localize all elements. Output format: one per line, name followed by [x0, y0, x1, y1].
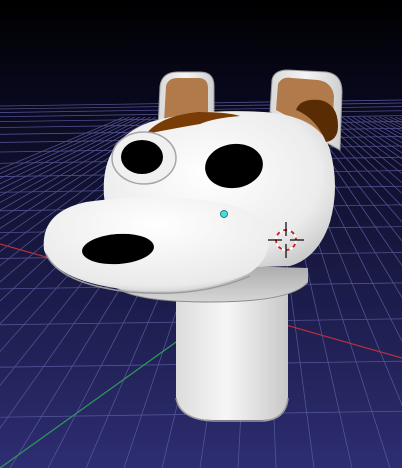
3d-viewport[interactable]: [0, 0, 402, 468]
neck: [175, 286, 289, 422]
left-eye: [121, 140, 163, 174]
viewport-canvas[interactable]: [0, 0, 402, 468]
object-origin[interactable]: [220, 210, 228, 218]
